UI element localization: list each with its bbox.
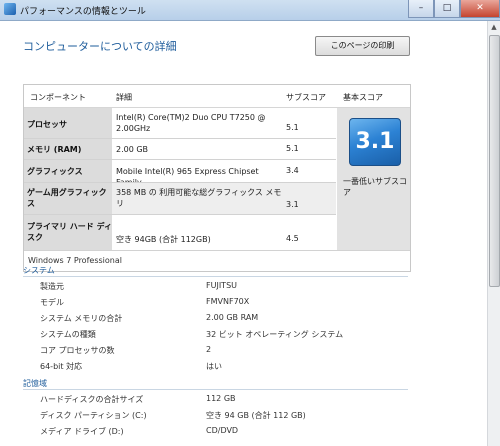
window-titlebar: パフォーマンスの情報とツール – □ ✕: [0, 0, 500, 21]
system-key: コア プロセッサの数: [40, 346, 115, 355]
rating-row-graphics: グラフィックス Mobile Intel(R) 965 Express Chip…: [24, 160, 336, 187]
system-value: 2.00 GB RAM: [206, 313, 259, 322]
base-score-panel: 3.1 一番低いサブスコア: [337, 108, 410, 250]
maximize-button[interactable]: □: [434, 0, 460, 18]
row-detail: Intel(R) Core(TM)2 Duo CPU T7250 @ 2.00G…: [116, 113, 266, 133]
header-component: コンポーネント: [30, 93, 86, 102]
row-divider: [24, 250, 410, 251]
close-button[interactable]: ✕: [460, 0, 500, 18]
system-key: システム メモリの合計: [40, 314, 123, 323]
rating-row-disk: プライマリ ハード ディスク 空き 94GB (合計 112GB) 4.5: [24, 215, 336, 250]
content-area: コンピューターについての詳細 このページの印刷 コンポーネント 詳細 サブスコア…: [0, 21, 488, 446]
header-detail: 詳細: [116, 93, 132, 102]
row-label: メモリ (RAM): [24, 139, 112, 159]
rating-row-processor: プロセッサ Intel(R) Core(TM)2 Duo CPU T7250 @…: [24, 108, 336, 138]
window-title: パフォーマンスの情報とツール: [20, 7, 146, 17]
storage-key: メディア ドライブ (D:): [40, 427, 124, 436]
system-key: モデル: [40, 298, 64, 307]
scroll-up-arrow-icon[interactable]: ▲: [488, 21, 500, 33]
row-subscore: 3.1: [286, 200, 299, 209]
rating-header: コンポーネント 詳細 サブスコア 基本スコア: [24, 85, 410, 108]
storage-key: ディスク パーティション (C:): [40, 411, 147, 420]
system-value: はい: [206, 362, 222, 371]
page-title: コンピューターについての詳細: [23, 40, 177, 53]
row-label: グラフィックス: [24, 160, 112, 182]
system-value: FMVNF70X: [206, 297, 250, 306]
print-page-button[interactable]: このページの印刷: [315, 36, 410, 56]
header-subscore: サブスコア: [286, 93, 326, 102]
minimize-button[interactable]: –: [408, 0, 434, 18]
scroll-thumb[interactable]: [489, 35, 500, 287]
row-detail: 358 MB の 利用可能な総グラフィックス メモリ: [116, 188, 282, 208]
system-section-title: システム: [23, 266, 55, 275]
system-value: 2: [206, 345, 212, 354]
system-value: FUJITSU: [206, 281, 237, 290]
windows-edition: Windows 7 Professional: [28, 256, 122, 265]
base-score-badge: 3.1: [349, 118, 401, 166]
row-label: プライマリ ハード ディスク: [24, 215, 112, 250]
base-score-caption: 一番低いサブスコア: [343, 177, 407, 197]
performance-app-icon: [4, 3, 16, 15]
rating-table: コンポーネント 詳細 サブスコア 基本スコア プロセッサ Intel(R) Co…: [23, 84, 411, 272]
row-subscore: 5.1: [286, 123, 299, 132]
system-key: システムの種類: [40, 330, 96, 339]
rating-row-memory: メモリ (RAM) 2.00 GB 5.1: [24, 139, 336, 159]
storage-section-title: 記憶域: [23, 379, 47, 388]
storage-key: ハードディスクの合計サイズ: [40, 395, 144, 404]
system-key: 64-bit 対応: [40, 362, 83, 371]
header-base-score: 基本スコア: [343, 93, 383, 102]
storage-value: 空き 94 GB (合計 112 GB): [206, 411, 306, 420]
window-controls: – □ ✕: [408, 0, 500, 18]
row-subscore: 3.4: [286, 166, 299, 175]
row-detail: 2.00 GB: [116, 145, 149, 154]
section-divider: [23, 389, 408, 390]
storage-value: CD/DVD: [206, 426, 239, 435]
row-label: ゲーム用グラフィックス: [24, 183, 112, 214]
row-label: プロセッサ: [24, 108, 112, 138]
system-value: 32 ビット オペレーティング システム: [206, 330, 344, 339]
vertical-scrollbar[interactable]: ▲: [487, 21, 500, 446]
storage-value: 112 GB: [206, 394, 236, 403]
section-divider: [23, 276, 408, 277]
rating-row-gaming-graphics: ゲーム用グラフィックス 358 MB の 利用可能な総グラフィックス メモリ 3…: [24, 183, 336, 214]
system-key: 製造元: [40, 282, 64, 291]
row-subscore: 5.1: [286, 144, 299, 153]
row-detail: 空き 94GB (合計 112GB): [116, 235, 211, 244]
row-subscore: 4.5: [286, 234, 299, 243]
